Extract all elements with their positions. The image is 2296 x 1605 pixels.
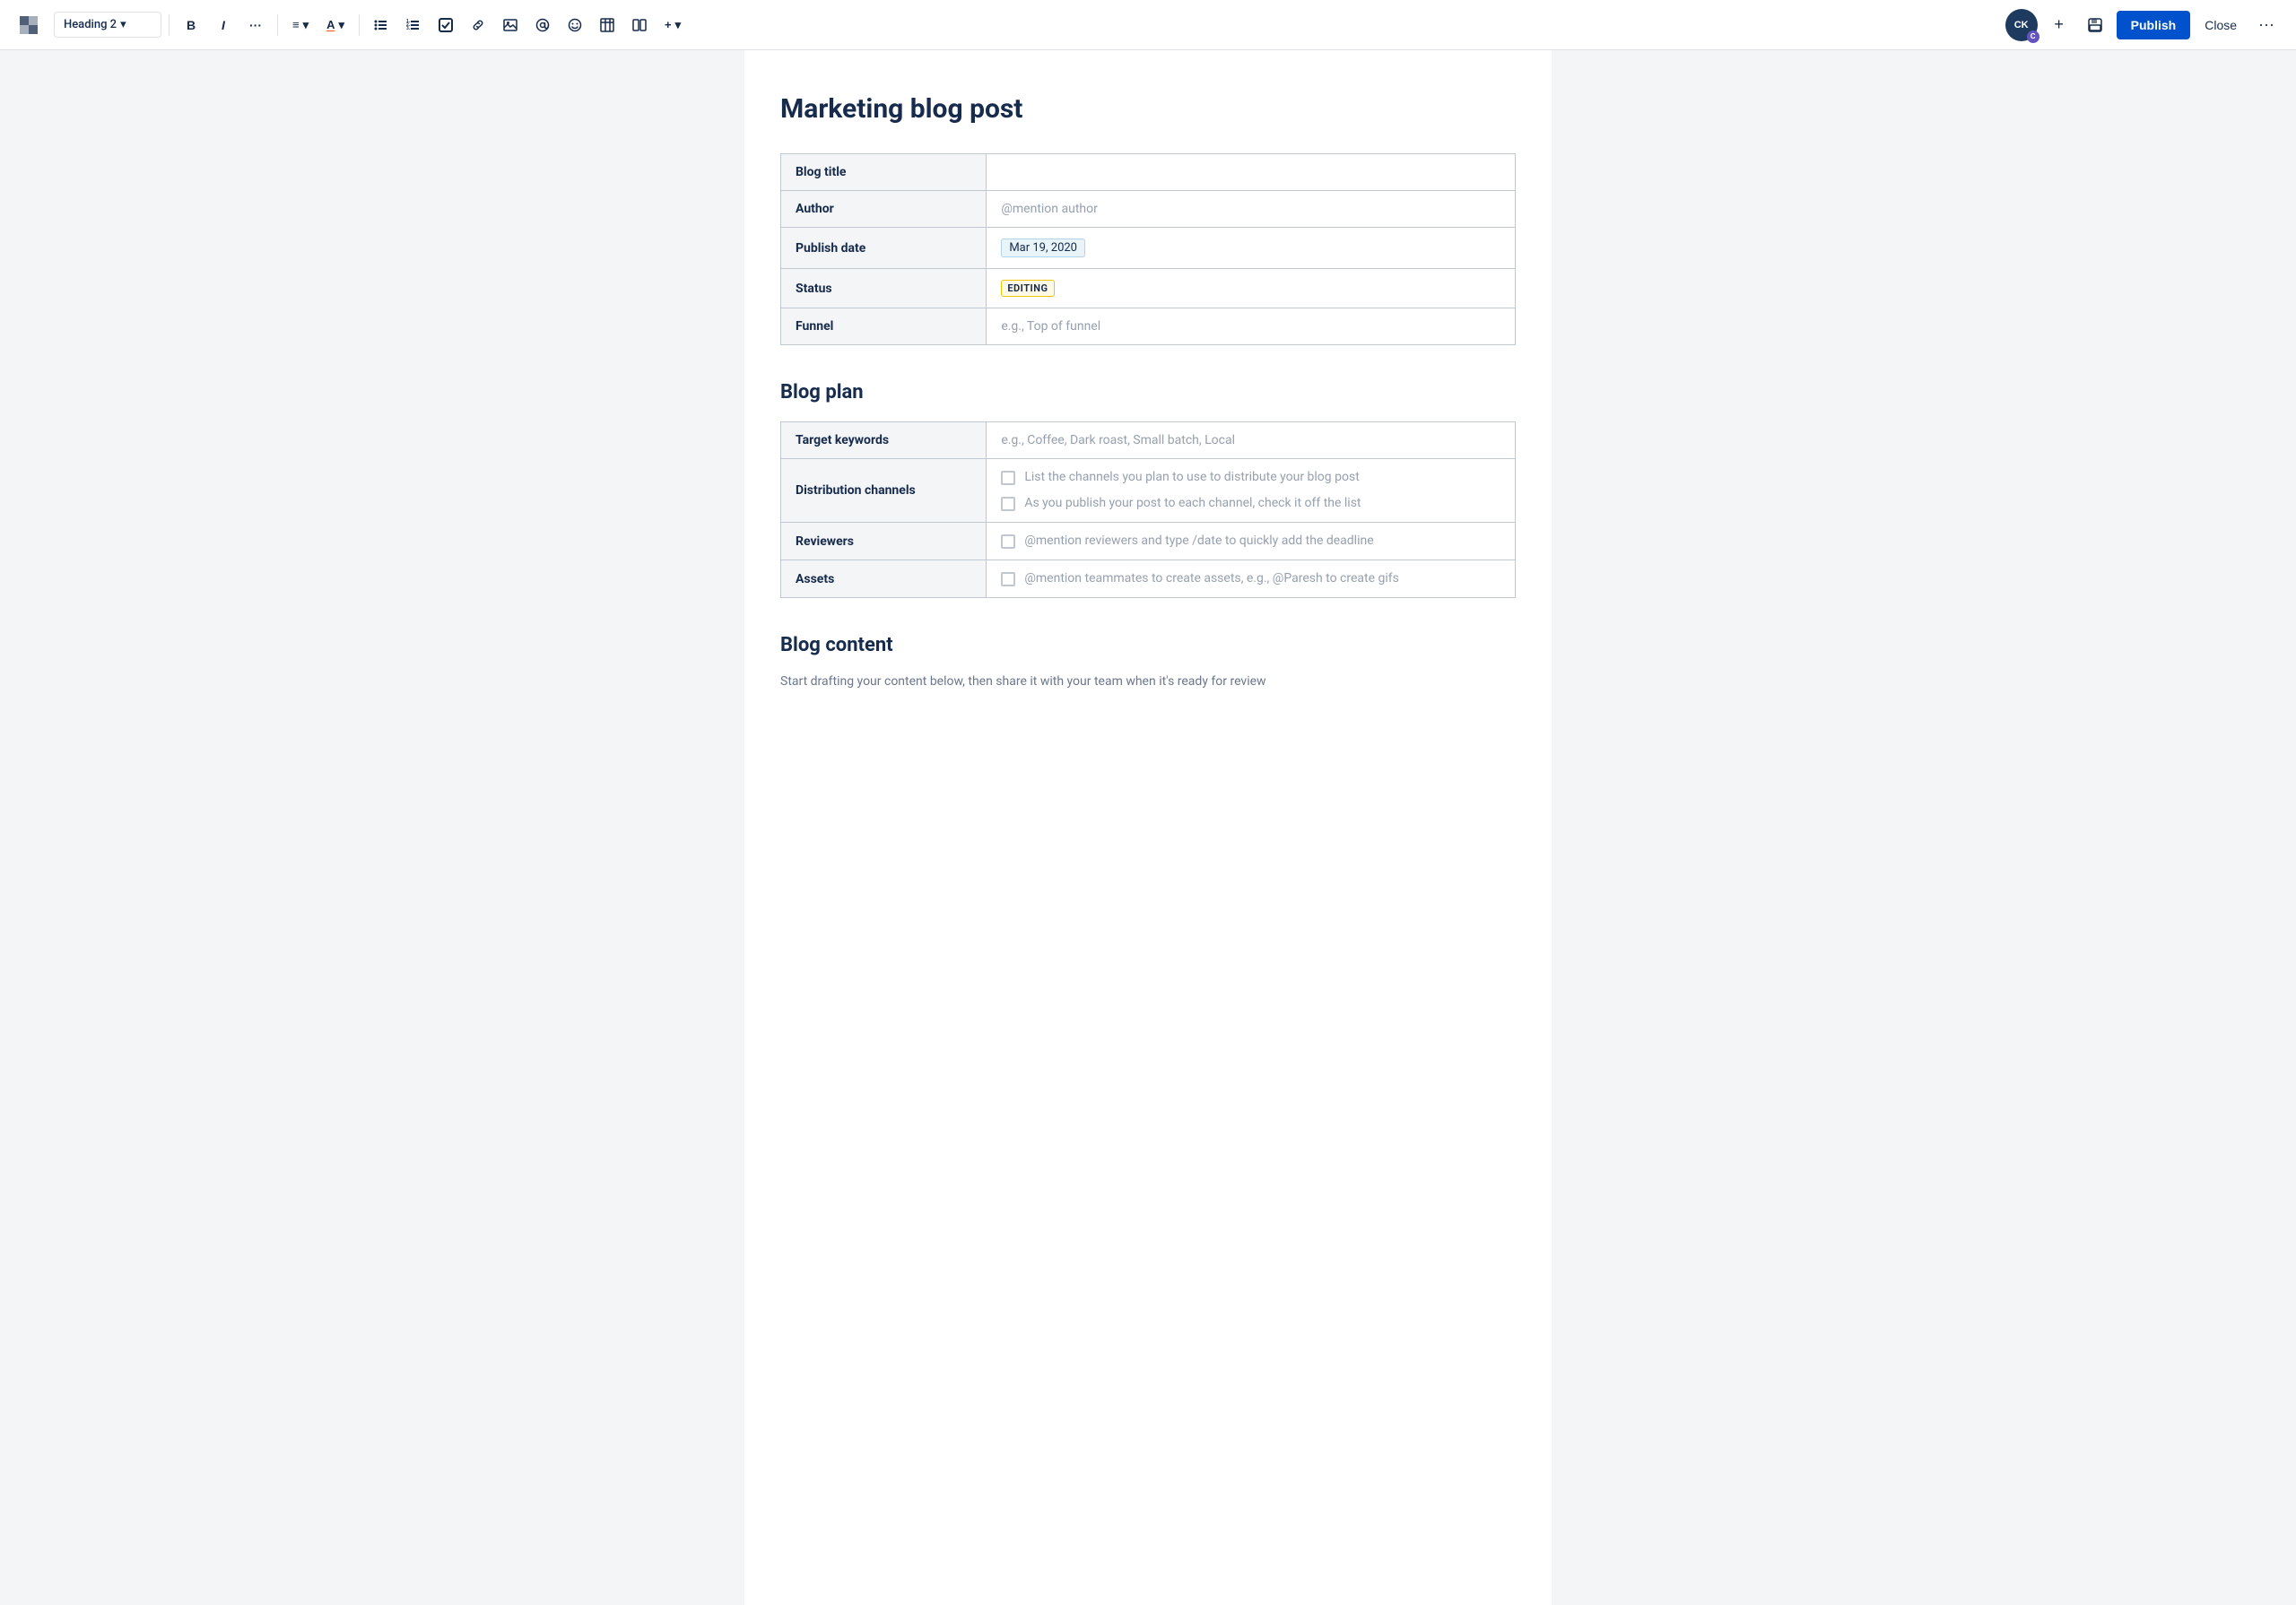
checkbox-label-1: List the channels you plan to use to dis… [1024, 470, 1359, 484]
save-button[interactable] [2081, 11, 2109, 39]
color-chevron-icon: ▾ [339, 18, 345, 32]
blog-plan-table: Target keywords e.g., Coffee, Dark roast… [780, 421, 1516, 598]
numbered-list-icon: 1. 2. 3. [406, 18, 421, 32]
table-value-reviewers: @mention reviewers and type /date to qui… [987, 523, 1516, 560]
image-button[interactable] [496, 11, 525, 39]
bold-button[interactable]: B [177, 11, 205, 39]
table-row: Author @mention author [781, 191, 1516, 228]
link-button[interactable] [464, 11, 492, 39]
add-collaborator-button[interactable]: + [2045, 11, 2074, 39]
publish-button[interactable]: Publish [2117, 11, 2191, 39]
checkbox-1[interactable] [1001, 471, 1015, 485]
table-button[interactable] [593, 11, 622, 39]
bullet-list-icon [374, 18, 388, 32]
italic-button[interactable]: I [209, 11, 238, 39]
table-row: Blog title [781, 154, 1516, 191]
funnel-placeholder: e.g., Top of funnel [1001, 319, 1100, 334]
status-badge: EDITING [1001, 280, 1054, 297]
image-icon [503, 18, 517, 32]
table-value-publish-date[interactable]: Mar 19, 2020 [987, 228, 1516, 269]
align-button[interactable]: ≡ ▾ [285, 11, 316, 39]
table-icon [600, 18, 614, 32]
emoji-button[interactable] [561, 11, 589, 39]
checkbox-2[interactable] [1001, 497, 1015, 511]
author-placeholder: @mention author [1001, 202, 1098, 216]
table-value-author[interactable]: @mention author [987, 191, 1516, 228]
table-label-funnel: Funnel [781, 308, 987, 345]
avatar-badge: C [2027, 30, 2039, 43]
table-label-keywords: Target keywords [781, 422, 987, 459]
toolbar-divider-1 [169, 14, 170, 36]
toolbar: Heading 2 ▾ B I ··· ≡ ▾ A ▾ [0, 0, 2296, 50]
table-label-assets: Assets [781, 560, 987, 598]
table-value-assets: @mention teammates to create assets, e.g… [987, 560, 1516, 598]
date-badge: Mar 19, 2020 [1001, 239, 1085, 257]
table-row: Status EDITING [781, 269, 1516, 308]
table-label-distribution: Distribution channels [781, 459, 987, 523]
more-options-button[interactable]: ··· [2251, 12, 2282, 38]
checkbox-label-4: @mention teammates to create assets, e.g… [1024, 571, 1399, 586]
table-row: Distribution channels List the channels … [781, 459, 1516, 523]
toolbar-divider-3 [359, 14, 360, 36]
checkbox-item: As you publish your post to each channel… [1001, 496, 1500, 511]
bullet-list-button[interactable] [367, 11, 396, 39]
checkbox-3[interactable] [1001, 534, 1015, 549]
chevron-down-icon: ▾ [120, 18, 126, 31]
table-label-author: Author [781, 191, 987, 228]
blog-content-section: Blog content Start drafting your content… [780, 634, 1516, 689]
mention-button[interactable] [528, 11, 557, 39]
align-chevron-icon: ▾ [303, 18, 309, 32]
heading-selector[interactable]: Heading 2 ▾ [54, 12, 161, 38]
columns-button[interactable] [625, 11, 654, 39]
table-row: Publish date Mar 19, 2020 [781, 228, 1516, 269]
table-row: Reviewers @mention reviewers and type /d… [781, 523, 1516, 560]
svg-text:3.: 3. [406, 26, 411, 31]
emoji-icon [568, 18, 582, 32]
task-icon [439, 18, 453, 32]
table-label-reviewers: Reviewers [781, 523, 987, 560]
logo-icon[interactable] [14, 11, 43, 39]
table-label-status: Status [781, 269, 987, 308]
main-content: Marketing blog post Blog title Author @m… [744, 50, 1552, 1605]
page-title: Marketing blog post [780, 93, 1516, 125]
more-format-button[interactable]: ··· [241, 11, 270, 39]
user-avatar-button[interactable]: CK C [2005, 9, 2038, 41]
table-row: Target keywords e.g., Coffee, Dark roast… [781, 422, 1516, 459]
columns-icon [632, 18, 647, 32]
table-value-blog-title[interactable] [987, 154, 1516, 191]
mention-icon [535, 18, 550, 32]
checkbox-item: @mention reviewers and type /date to qui… [1001, 534, 1500, 549]
task-button[interactable] [431, 11, 460, 39]
table-value-keywords[interactable]: e.g., Coffee, Dark roast, Small batch, L… [987, 422, 1516, 459]
color-button[interactable]: A ▾ [319, 11, 352, 39]
checkbox-item: List the channels you plan to use to dis… [1001, 470, 1500, 485]
toolbar-right: CK C + Publish Close ··· [2005, 9, 2282, 41]
close-button[interactable]: Close [2197, 11, 2244, 39]
toolbar-divider-2 [277, 14, 278, 36]
table-row: Funnel e.g., Top of funnel [781, 308, 1516, 345]
numbered-list-button[interactable]: 1. 2. 3. [399, 11, 428, 39]
table-value-distribution: List the channels you plan to use to dis… [987, 459, 1516, 523]
insert-button[interactable]: + ▾ [657, 11, 688, 39]
checkbox-label-2: As you publish your post to each channel… [1024, 496, 1361, 510]
table-label-publish-date: Publish date [781, 228, 987, 269]
keywords-placeholder: e.g., Coffee, Dark roast, Small batch, L… [1001, 433, 1235, 447]
table-value-funnel[interactable]: e.g., Top of funnel [987, 308, 1516, 345]
save-icon [2087, 17, 2103, 33]
checkbox-label-3: @mention reviewers and type /date to qui… [1024, 534, 1373, 548]
checkbox-4[interactable] [1001, 572, 1015, 586]
blog-content-description: Start drafting your content below, then … [780, 674, 1516, 689]
link-icon [471, 18, 485, 32]
info-table: Blog title Author @mention author Publis… [780, 153, 1516, 345]
table-label-blog-title: Blog title [781, 154, 987, 191]
blog-plan-heading: Blog plan [780, 381, 1516, 403]
checkbox-item: @mention teammates to create assets, e.g… [1001, 571, 1500, 586]
table-row: Assets @mention teammates to create asse… [781, 560, 1516, 598]
table-value-status[interactable]: EDITING [987, 269, 1516, 308]
blog-content-heading: Blog content [780, 634, 1516, 656]
insert-chevron-icon: ▾ [675, 18, 682, 32]
